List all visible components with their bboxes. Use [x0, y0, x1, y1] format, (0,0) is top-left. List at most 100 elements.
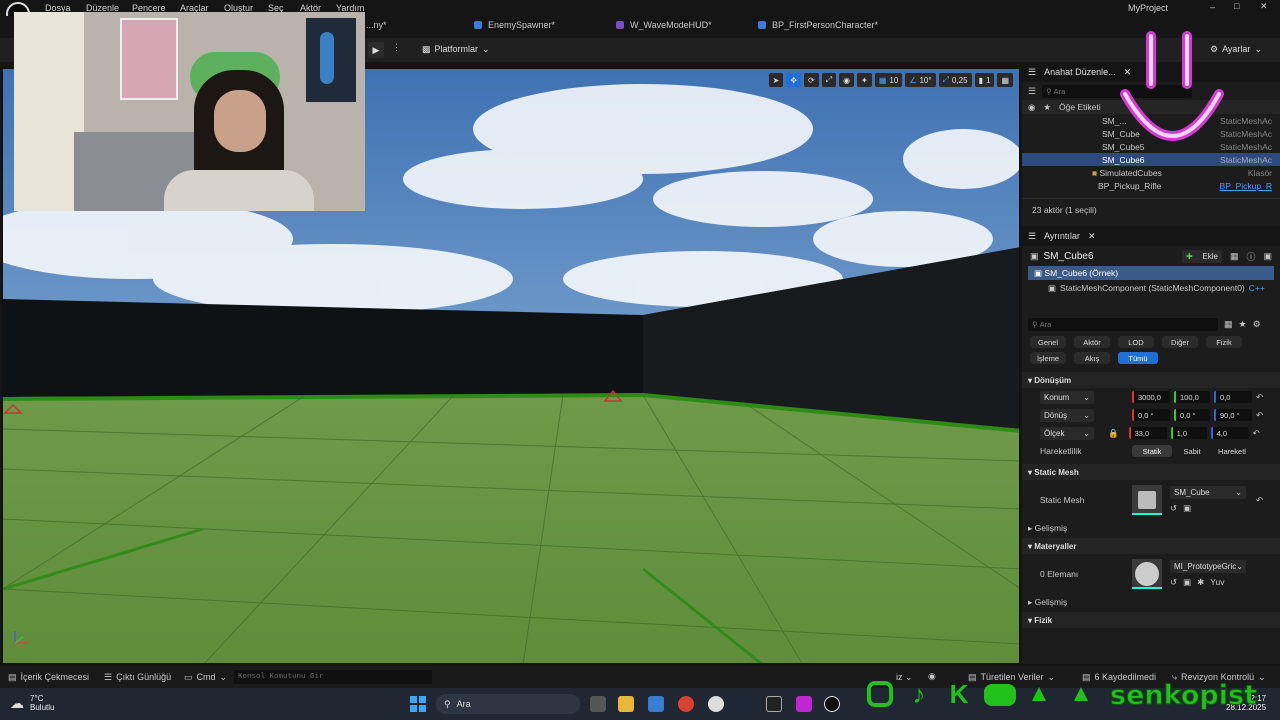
filter-akis[interactable]: Akış	[1074, 352, 1110, 364]
add-component-button[interactable]: ✚ Ekle	[1181, 249, 1222, 263]
material-thumbnail[interactable]	[1132, 559, 1162, 589]
rotation-z-field[interactable]: 90,0 °	[1214, 409, 1252, 421]
play-button[interactable]: ▶	[368, 42, 384, 58]
browse-icon[interactable]: ↺	[1170, 503, 1177, 514]
static-mesh-advanced[interactable]: ▸ Gelişmiş	[1022, 520, 1280, 536]
options-icon[interactable]: ✱	[1197, 577, 1204, 588]
github-icon[interactable]	[708, 696, 724, 712]
star-icon[interactable]: ★	[1239, 319, 1247, 330]
filter-icon[interactable]: ☰	[1028, 86, 1036, 97]
location-x-field[interactable]: 3000,0	[1132, 391, 1170, 403]
help-icon[interactable]: ⓘ	[1246, 250, 1255, 263]
location-z-field[interactable]: 0,0	[1214, 391, 1252, 403]
static-mesh-dropdown[interactable]: SM_Cube ⌄	[1170, 486, 1246, 499]
epic-games-icon[interactable]	[766, 696, 782, 712]
gear-icon[interactable]: ⚙	[1253, 319, 1261, 330]
use-selected-icon[interactable]: ▣	[1183, 577, 1191, 588]
tab-enemyspawner[interactable]: EnemySpawner*	[474, 20, 555, 30]
rotation-y-field[interactable]: 0,0 °	[1174, 409, 1210, 421]
app-icon[interactable]	[796, 696, 812, 712]
eye-icon[interactable]: ◉	[1028, 102, 1035, 113]
surface-snap-button[interactable]: ✦	[857, 73, 872, 87]
start-button[interactable]	[410, 696, 426, 712]
details-tab[interactable]: ☰ Ayrıntılar ✕	[1022, 226, 1280, 246]
filter-genel[interactable]: Genel	[1030, 336, 1066, 348]
select-mode-button[interactable]: ➤	[768, 73, 784, 87]
steam-icon[interactable]	[736, 696, 752, 712]
blueprint-icon[interactable]: ▦	[1230, 251, 1239, 262]
lock-icon[interactable]: ▣	[1263, 251, 1272, 262]
more-icon[interactable]: ⋮	[392, 42, 401, 53]
location-y-field[interactable]: 100,0	[1174, 391, 1210, 403]
scale-mode-button[interactable]: ⤢	[821, 73, 837, 87]
scale-snap-button[interactable]: ⤢ 0,25	[938, 73, 972, 87]
star-icon[interactable]: ★	[1043, 102, 1051, 113]
materials-advanced[interactable]: ▸ Gelişmiş	[1022, 594, 1280, 610]
reset-icon[interactable]: ↶	[1256, 495, 1263, 506]
reset-icon[interactable]: ↶	[1256, 392, 1263, 403]
physics-section-header[interactable]: ▾ Fizik	[1022, 612, 1280, 628]
tab-wavemodehud[interactable]: W_WaveModeHUD*	[616, 20, 712, 30]
console-input[interactable]: Konsol Komutunu Gir	[234, 670, 432, 684]
youtube-icon	[984, 684, 1016, 706]
transform-section-header[interactable]: ▾ Dönüşüm	[1022, 372, 1280, 388]
world-space-button[interactable]: ◉	[839, 73, 855, 87]
location-dropdown[interactable]: Konum ⌄	[1040, 390, 1094, 404]
content-drawer-button[interactable]: ▤ İçerik Çekmecesi	[8, 672, 89, 683]
scale-y-field[interactable]: 1,0	[1170, 427, 1207, 439]
mobility-stationary[interactable]: Sabit	[1172, 445, 1212, 457]
static-mesh-section-header[interactable]: ▾ Static Mesh	[1022, 464, 1280, 480]
move-mode-button[interactable]: ✥	[786, 73, 802, 87]
list-item[interactable]: BP_Pickup_Rifle BP_Pickup_R	[1022, 179, 1280, 192]
mesh-thumbnail[interactable]	[1132, 485, 1162, 515]
component-row[interactable]: ▣ StaticMeshComponent (StaticMeshComponen…	[1022, 280, 1280, 296]
tab-firstpersoncharacter[interactable]: BP_FirstPersonCharacter*	[758, 20, 878, 30]
details-search-input[interactable]: ⚲ Ara	[1028, 317, 1218, 331]
rotation-dropdown[interactable]: Dönüş ⌄	[1040, 408, 1094, 422]
tab-level[interactable]: ...ny*	[366, 20, 387, 30]
mobility-static[interactable]: Statik	[1132, 445, 1172, 457]
table-icon[interactable]: ▦	[1224, 319, 1233, 330]
scale-z-field[interactable]: 4,0	[1210, 427, 1249, 439]
rotation-x-field[interactable]: 0,0 °	[1132, 409, 1170, 421]
material-dropdown[interactable]: MI_PrototypeGric ⌄	[1170, 560, 1246, 573]
maximize-icon[interactable]: □	[1234, 1, 1239, 11]
chrome-icon[interactable]	[678, 696, 694, 712]
filter-diger[interactable]: Diğer	[1162, 336, 1198, 348]
platforms-button[interactable]: ▩ Platformlar ⌄	[422, 44, 490, 55]
layout-button[interactable]: ▦	[997, 73, 1013, 87]
filter-lod[interactable]: LOD	[1118, 336, 1154, 348]
task-view-icon[interactable]	[590, 696, 606, 712]
weather-widget[interactable]: ☁ 7°C Bulutlu	[10, 694, 54, 712]
materials-section-header[interactable]: ▾ Materyaller	[1022, 538, 1280, 554]
browse-icon[interactable]: ↺	[1170, 577, 1177, 588]
filter-isleme[interactable]: İşleme	[1030, 352, 1066, 364]
use-selected-icon[interactable]: ▣	[1183, 503, 1191, 514]
list-item[interactable]: ■ SimulatedCubes Klasör	[1022, 166, 1280, 179]
camera-speed-button[interactable]: ▮ 1	[974, 73, 995, 87]
minimize-icon[interactable]: –	[1210, 2, 1215, 12]
mobility-movable[interactable]: Hareketl	[1212, 445, 1252, 457]
reset-icon[interactable]: ↶	[1253, 428, 1260, 439]
taskbar-search[interactable]: ⚲ Ara	[436, 694, 580, 714]
scale-x-field[interactable]: 33,0	[1128, 427, 1167, 439]
chevron-down-icon: ⌄	[1083, 428, 1090, 438]
close-icon[interactable]: ✕	[1260, 1, 1268, 12]
scale-dropdown[interactable]: Ölçek ⌄	[1040, 426, 1094, 440]
reset-icon[interactable]: ↶	[1256, 410, 1263, 421]
filter-fizik[interactable]: Fizik	[1206, 336, 1242, 348]
grid-snap-button[interactable]: ▦ 10	[874, 73, 903, 87]
close-icon[interactable]: ✕	[1088, 231, 1096, 242]
filter-tumu[interactable]: Tümü	[1118, 352, 1158, 364]
instance-row[interactable]: ▣ SM_Cube6 (Örnek)	[1028, 266, 1274, 280]
cmd-dropdown[interactable]: ▭ Cmd ⌄	[184, 672, 227, 683]
unreal-engine-icon[interactable]	[824, 696, 840, 712]
file-explorer-icon[interactable]	[618, 696, 634, 712]
output-log-button[interactable]: ☰ Çıktı Günlüğü	[104, 672, 171, 683]
lock-icon[interactable]: 🔒	[1108, 428, 1119, 439]
blueprint-icon	[758, 21, 766, 29]
angle-snap-button[interactable]: ∠ 10°	[905, 73, 936, 87]
store-icon[interactable]	[648, 696, 664, 712]
filter-aktor[interactable]: Aktör	[1074, 336, 1110, 348]
rotate-mode-button[interactable]: ⟳	[804, 73, 819, 87]
